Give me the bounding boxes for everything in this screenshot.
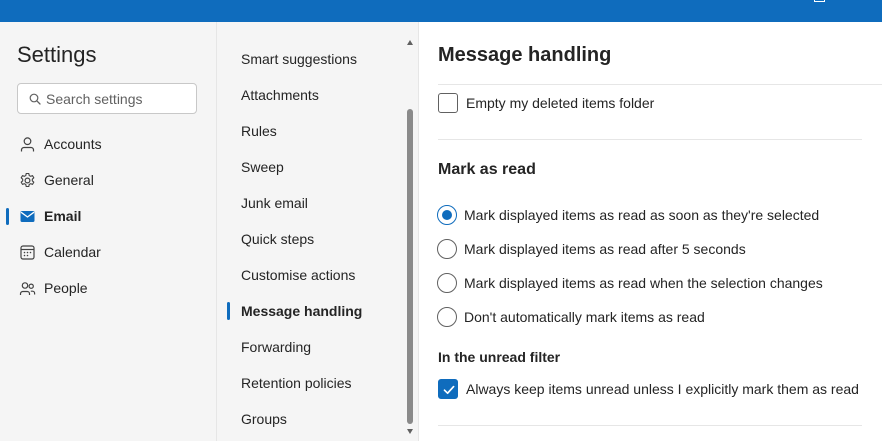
mark-read-on-select-radio[interactable]	[437, 205, 457, 225]
menu-item-forwarding[interactable]: Forwarding	[217, 332, 407, 362]
menu-item-customise-actions[interactable]: Customise actions	[217, 260, 407, 290]
active-indicator	[6, 208, 9, 225]
empty-deleted-items-checkbox[interactable]	[438, 93, 458, 113]
menu-item-quick-steps[interactable]: Quick steps	[217, 224, 407, 254]
menu-item-rules[interactable]: Rules	[217, 116, 407, 146]
calendar-icon	[20, 245, 35, 260]
menu-item-label: Retention policies	[241, 375, 352, 391]
sidebar-item-accounts[interactable]: Accounts	[0, 129, 216, 159]
sidebar-item-label: Calendar	[44, 244, 101, 260]
sidebar-item-label: General	[44, 172, 94, 188]
search-input[interactable]	[46, 88, 192, 110]
radio-label: Mark displayed items as read when the se…	[464, 275, 823, 291]
menu-item-sweep[interactable]: Sweep	[217, 152, 407, 182]
close-icon[interactable]	[860, 0, 874, 4]
menu-item-label: Attachments	[241, 87, 319, 103]
title-bar	[0, 0, 882, 22]
settings-sidebar: Settings Accounts General Email	[0, 22, 216, 441]
active-indicator	[227, 302, 230, 320]
menu-item-label: Junk email	[241, 195, 308, 211]
radio-label: Mark displayed items as read after 5 sec…	[464, 241, 746, 257]
people-icon	[19, 282, 36, 295]
menu-item-retention-policies[interactable]: Retention policies	[217, 368, 407, 398]
menu-item-label: Customise actions	[241, 267, 356, 283]
radio-label: Don't automatically mark items as read	[464, 309, 705, 325]
search-icon	[29, 93, 41, 105]
menu-item-smart-suggestions[interactable]: Smart suggestions	[217, 44, 407, 74]
sidebar-item-label: Accounts	[44, 136, 102, 152]
sidebar-item-people[interactable]: People	[0, 273, 216, 303]
scrollbar-thumb[interactable]	[407, 109, 413, 424]
minimize-icon[interactable]	[764, 0, 778, 4]
keep-items-unread-label: Always keep items unread unless I explic…	[466, 381, 859, 397]
mark-read-on-selection-change-radio[interactable]	[437, 273, 457, 293]
sidebar-item-label: People	[44, 280, 88, 296]
scroll-up-arrow-icon[interactable]	[407, 40, 413, 45]
divider	[438, 139, 862, 140]
menu-item-label: Groups	[241, 411, 287, 427]
menu-item-attachments[interactable]: Attachments	[217, 80, 407, 110]
empty-deleted-items-label: Empty my deleted items folder	[466, 95, 655, 111]
menu-item-junk-email[interactable]: Junk email	[217, 188, 407, 218]
sidebar-item-general[interactable]: General	[0, 165, 216, 195]
message-handling-panel: Message handling Empty my deleted items …	[418, 22, 882, 441]
menu-item-groups[interactable]: Groups	[217, 404, 407, 434]
mark-as-read-heading: Mark as read	[438, 161, 536, 178]
menu-item-label: Quick steps	[241, 231, 315, 247]
settings-title: Settings	[17, 42, 97, 67]
divider	[438, 425, 862, 426]
sidebar-item-calendar[interactable]: Calendar	[0, 237, 216, 267]
menu-item-label: Rules	[241, 123, 277, 139]
menu-item-label: Smart suggestions	[241, 51, 357, 67]
unread-filter-heading: In the unread filter	[438, 349, 561, 365]
checkmark-icon	[443, 385, 455, 395]
divider	[438, 84, 882, 85]
menu-item-message-handling[interactable]: Message handling	[217, 296, 407, 326]
scroll-down-arrow-icon[interactable]	[407, 429, 413, 434]
page-title: Message handling	[438, 44, 612, 66]
search-box[interactable]	[17, 83, 197, 114]
keep-items-unread-checkbox[interactable]	[438, 379, 458, 399]
person-icon	[20, 137, 35, 152]
mark-read-after-delay-radio[interactable]	[437, 239, 457, 259]
gear-icon	[20, 172, 35, 188]
mail-icon	[20, 211, 35, 222]
sidebar-item-email[interactable]: Email	[0, 201, 216, 231]
menu-item-label: Message handling	[241, 303, 363, 319]
menu-item-label: Forwarding	[241, 339, 312, 355]
email-settings-menu: Smart suggestions Attachments Rules Swee…	[216, 22, 418, 441]
sidebar-item-label: Email	[44, 208, 82, 224]
maximize-icon[interactable]	[813, 0, 825, 4]
radio-label: Mark displayed items as read as soon as …	[464, 207, 820, 223]
menu-item-label: Sweep	[241, 159, 284, 175]
do-not-mark-read-radio[interactable]	[437, 307, 457, 327]
